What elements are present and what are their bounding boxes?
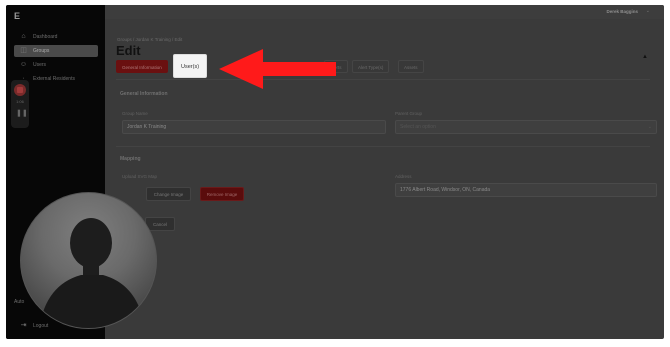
tab-general-information[interactable]: General Information [116, 60, 168, 73]
group-name-label: Group Name [122, 111, 148, 116]
sidebar-item-users[interactable]: ☺ Users [14, 59, 98, 71]
pause-icon[interactable]: ❚❚ [16, 110, 28, 118]
address-input[interactable]: 1776 Albert Road, Windsor, ON, Canada [395, 183, 657, 197]
sidebar-item-groups[interactable]: ◫ Groups [14, 45, 98, 57]
stop-recording-button[interactable] [14, 84, 26, 96]
logout-label: Logout [33, 323, 49, 329]
logout-icon: ⇥ [20, 322, 27, 329]
chevron-down-icon: ⌄ [647, 124, 652, 130]
sidebar-item-dashboard[interactable]: ⌂ Dashboard [14, 31, 98, 43]
upload-map-label: Upload SVG Map [122, 174, 158, 179]
chevron-down-icon[interactable]: ⌄ [646, 8, 650, 14]
sidebar-item-label: Dashboard [33, 34, 58, 40]
groups-icon: ◫ [20, 47, 27, 54]
tab-assets[interactable]: Assets [398, 60, 424, 73]
divider [116, 79, 650, 80]
sidebar-item-label: Users [33, 62, 47, 68]
app-window: E ⌂ Dashboard ◫ Groups ☺ Users · Externa… [6, 5, 664, 339]
group-name-input[interactable]: Jordan K Training [122, 120, 386, 134]
section-title-mapping: Mapping [120, 156, 141, 162]
remove-image-button[interactable]: Remove Image [200, 187, 244, 201]
parent-group-label: Parent Group [395, 111, 423, 116]
mouse-cursor-icon: ▲ [642, 54, 648, 60]
parent-group-placeholder: Select an option [400, 124, 436, 130]
parent-group-select[interactable]: Select an option ⌄ [395, 120, 657, 134]
user-name[interactable]: Derek Baggins [606, 9, 638, 14]
page-title: Edit [116, 43, 141, 58]
address-label: Address [395, 174, 412, 179]
person-silhouette-icon [39, 218, 145, 328]
sidebar-bottom-label: Auto [14, 299, 25, 305]
recording-widget: 1:06 ❚❚ [11, 80, 29, 128]
home-icon: ⌂ [21, 33, 26, 40]
arrow-shape [219, 49, 336, 89]
app-logo: E [14, 11, 21, 21]
sidebar-item-label: External Residents [33, 76, 75, 82]
main-content: Groups / Jordan K Training / Edit Edit G… [105, 19, 664, 339]
section-title-general: General Information [120, 91, 168, 97]
recording-timer: 1:06 [16, 99, 24, 104]
users-icon: ☺ [19, 61, 28, 68]
annotation-arrow [219, 49, 336, 89]
breadcrumb[interactable]: Groups / Jordan K Training / Edit [117, 37, 182, 42]
top-bar: Derek Baggins ⌄ [105, 5, 664, 19]
divider [116, 146, 650, 147]
change-image-button[interactable]: Change Image [146, 187, 191, 201]
tab-alert-types[interactable]: Alert Type(s) [352, 60, 390, 73]
webcam-overlay [20, 192, 157, 329]
sidebar-item-label: Groups [33, 48, 50, 54]
tab-users[interactable]: User(s) [173, 54, 208, 78]
